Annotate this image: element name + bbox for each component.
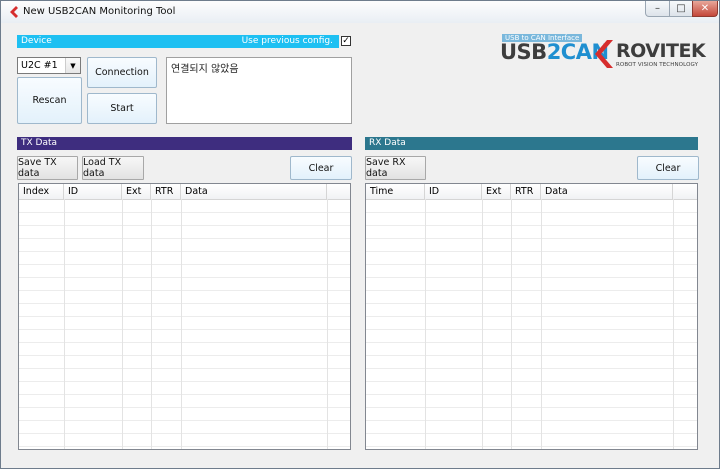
device-select[interactable]: U2C #1 ▼	[17, 57, 81, 74]
connection-status-box: 연결되지 않았음	[166, 57, 352, 124]
minimize-button[interactable]: –	[645, 1, 670, 17]
connection-button[interactable]: Connection	[87, 57, 157, 88]
rx-clear-button[interactable]: Clear	[637, 156, 699, 180]
device-select-value: U2C #1	[21, 60, 58, 71]
tx-col-rtr[interactable]: RTR	[151, 184, 181, 199]
tx-col-data[interactable]: Data	[181, 184, 327, 199]
tx-col-index[interactable]: Index	[19, 184, 64, 199]
save-tx-data-button[interactable]: Save TX data	[17, 156, 78, 180]
tx-grid-header: Index ID Ext RTR Data	[19, 184, 350, 200]
tx-grid-line	[151, 199, 152, 449]
tx-data-grid[interactable]: Index ID Ext RTR Data	[18, 183, 351, 450]
save-rx-data-label: Save RX data	[366, 157, 406, 179]
rescan-button[interactable]: Rescan	[17, 77, 82, 124]
tx-grid-line	[122, 199, 123, 449]
rx-grid-line	[673, 199, 674, 449]
rx-data-grid[interactable]: Time ID Ext RTR Data	[365, 183, 698, 450]
checkmark-icon: ✓	[342, 36, 350, 46]
use-previous-config-checkbox[interactable]: ✓	[341, 36, 351, 46]
use-previous-config-label: Use previous config.	[241, 36, 333, 46]
rx-grid-line	[425, 199, 426, 449]
device-header-bar: Device Use previous config.	[17, 35, 339, 48]
logo-brand: ROVITEK	[616, 40, 706, 62]
rx-grid-header: Time ID Ext RTR Data	[366, 184, 697, 200]
rx-col-id[interactable]: ID	[425, 184, 482, 199]
load-tx-data-button[interactable]: Load TX data	[82, 156, 144, 180]
device-header-label: Device	[21, 36, 52, 46]
start-button[interactable]: Start	[87, 93, 157, 124]
tx-grid-line	[327, 199, 328, 449]
rovitek-mark-icon	[595, 40, 613, 68]
tx-grid-rows	[19, 200, 350, 449]
tx-col-id[interactable]: ID	[64, 184, 122, 199]
rx-header-bar: RX Data	[365, 137, 698, 150]
save-tx-data-label: Save TX data	[18, 157, 57, 179]
connection-status-text: 연결되지 않았음	[171, 64, 239, 75]
tx-grid-line	[64, 199, 65, 449]
rx-grid-rows	[366, 200, 697, 449]
app-logo-icon	[10, 6, 18, 18]
rx-clear-label: Clear	[655, 162, 681, 174]
connection-button-label: Connection	[95, 67, 149, 78]
rx-col-time[interactable]: Time	[366, 184, 425, 199]
rx-grid-line	[511, 199, 512, 449]
usb2can-rovitek-logo: USB to CAN Interface USB2CAN ROVITEK ROB…	[498, 34, 708, 75]
close-button[interactable]: ✕	[692, 1, 718, 17]
tx-clear-button[interactable]: Clear	[290, 156, 352, 180]
close-icon: ✕	[700, 3, 710, 14]
tx-header-bar: TX Data	[17, 137, 352, 150]
start-button-label: Start	[110, 103, 134, 114]
rx-header-label: RX Data	[369, 138, 406, 148]
tx-col-ext[interactable]: Ext	[122, 184, 151, 199]
minimize-icon: –	[655, 3, 660, 14]
logo-brand-sub: ROBOT VISION TECHNOLOGY	[616, 62, 699, 68]
save-rx-data-button[interactable]: Save RX data	[365, 156, 426, 180]
maximize-button[interactable]: □	[669, 1, 693, 17]
rx-grid-line	[482, 199, 483, 449]
load-tx-data-label: Load TX data	[83, 157, 122, 179]
tx-clear-label: Clear	[308, 162, 334, 174]
rx-grid-line	[541, 199, 542, 449]
logo-product-usb: USB	[500, 40, 547, 64]
maximize-icon: □	[676, 3, 686, 14]
window-title: New USB2CAN Monitoring Tool	[23, 6, 176, 17]
rescan-button-label: Rescan	[32, 95, 67, 106]
rx-col-rtr[interactable]: RTR	[511, 184, 541, 199]
tx-header-label: TX Data	[21, 138, 58, 148]
chevron-down-icon[interactable]: ▼	[65, 58, 80, 73]
tx-grid-line	[181, 199, 182, 449]
app-window: New USB2CAN Monitoring Tool – □ ✕ Device…	[0, 0, 720, 469]
rx-col-data[interactable]: Data	[541, 184, 673, 199]
rx-col-ext[interactable]: Ext	[482, 184, 511, 199]
title-bar[interactable]: New USB2CAN Monitoring Tool – □ ✕	[1, 1, 719, 23]
